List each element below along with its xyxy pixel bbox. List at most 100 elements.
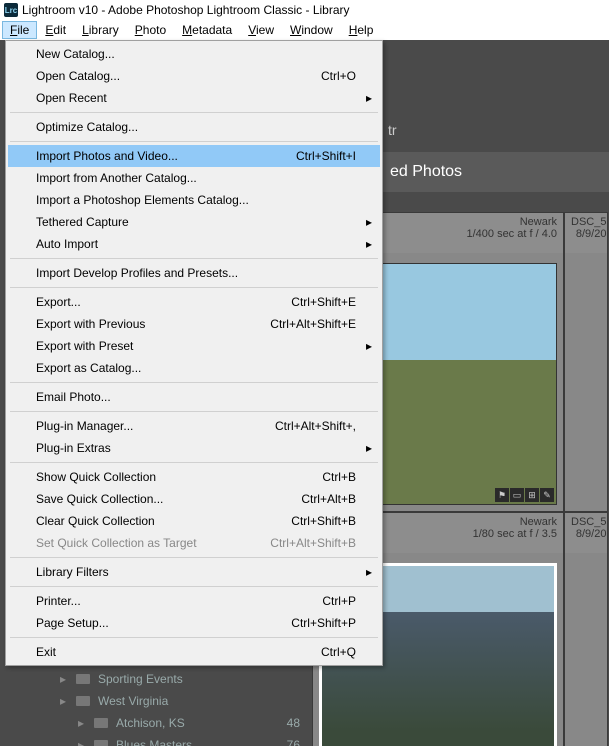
menu-item-export-with-preset[interactable]: Export with Preset▸ — [8, 335, 380, 357]
folder-name: Atchison, KS — [116, 716, 185, 730]
menu-shortcut: Ctrl+Shift+E — [291, 295, 356, 309]
folder-tree: ▸Sporting Events▸West Virginia▸Atchison,… — [20, 668, 320, 746]
menu-item-tethered-capture[interactable]: Tethered Capture▸ — [8, 211, 380, 233]
badge-icon[interactable]: ✎ — [540, 488, 554, 502]
menu-item-open-recent[interactable]: Open Recent ▸ — [8, 87, 380, 109]
menu-item-label: Open Recent — [36, 91, 107, 105]
menu-item-label: Import Photos and Video... — [36, 149, 178, 163]
thumb-meta: DSC_5 8/9/20 — [565, 513, 607, 553]
menu-item-auto-import[interactable]: Auto Import▸ — [8, 233, 380, 255]
menu-item-plug-in-extras[interactable]: Plug-in Extras▸ — [8, 437, 380, 459]
menu-separator — [10, 141, 378, 142]
thumb-location: Newark — [473, 516, 557, 528]
menu-item-label: Export... — [36, 295, 81, 309]
submenu-arrow-icon: ▸ — [366, 441, 372, 455]
thumbnail-cell[interactable]: DSC_5 8/9/20 — [564, 212, 608, 512]
menu-item-open-catalog[interactable]: Open Catalog...Ctrl+O — [8, 65, 380, 87]
menu-item-new-catalog[interactable]: New Catalog... — [8, 43, 380, 65]
menu-item-exit[interactable]: ExitCtrl+Q — [8, 641, 380, 663]
folder-row[interactable]: ▸ Atchison, KS 48 — [20, 712, 320, 734]
titlebar: Lrc Lightroom v10 - Adobe Photoshop Ligh… — [0, 0, 609, 20]
menu-item-page-setup[interactable]: Page Setup... Ctrl+Shift+P — [8, 612, 380, 634]
folder-count: 48 — [287, 716, 300, 730]
menu-shortcut: Ctrl+Alt+B — [301, 492, 356, 506]
folder-row[interactable]: ▸Sporting Events — [20, 668, 320, 690]
thumbnail-cell[interactable]: DSC_5 8/9/20 — [564, 512, 608, 746]
tab-partial[interactable]: tr — [388, 122, 397, 138]
folder-row[interactable]: ▸West Virginia — [20, 690, 320, 712]
menu-item-label: Auto Import — [36, 237, 98, 251]
badge-icon[interactable]: ▭ — [510, 488, 524, 502]
folder-name: Blues Masters — [116, 738, 192, 746]
submenu-arrow-icon: ▸ — [366, 91, 372, 105]
disclosure-triangle-icon[interactable]: ▸ — [78, 716, 86, 730]
menu-item-import-photos-and-video[interactable]: Import Photos and Video...Ctrl+Shift+I — [8, 145, 380, 167]
menu-item-label: Set Quick Collection as Target — [36, 536, 197, 550]
menubar-item-help[interactable]: Help — [341, 21, 382, 39]
menu-item-import-develop-profiles-and-presets[interactable]: Import Develop Profiles and Presets... — [8, 262, 380, 284]
menubar-item-edit[interactable]: Edit — [37, 21, 74, 39]
menu-shortcut: Ctrl+Shift+P — [291, 616, 356, 630]
app-icon: Lrc — [4, 3, 18, 17]
menu-item-export[interactable]: Export... Ctrl+Shift+E — [8, 291, 380, 313]
menu-item-label: Page Setup... — [36, 616, 109, 630]
menu-shortcut: Ctrl+Q — [321, 645, 356, 659]
menu-item-import-a-photoshop-elements-catalog[interactable]: Import a Photoshop Elements Catalog... — [8, 189, 380, 211]
menu-item-set-quick-collection-as-target: Set Quick Collection as TargetCtrl+Alt+S… — [8, 532, 380, 554]
window-title: Lightroom v10 - Adobe Photoshop Lightroo… — [22, 3, 350, 17]
menu-item-email-photo[interactable]: Email Photo... — [8, 386, 380, 408]
menubar-item-file[interactable]: File — [2, 21, 37, 39]
badge-icon[interactable]: ⊞ — [525, 488, 539, 502]
menu-item-printer[interactable]: Printer... Ctrl+P — [8, 590, 380, 612]
menu-separator — [10, 586, 378, 587]
menu-separator — [10, 557, 378, 558]
thumb-filename: DSC_5 — [571, 516, 606, 528]
thumb-exposure: 1/80 sec at f / 3.5 — [473, 528, 557, 540]
menu-item-save-quick-collection[interactable]: Save Quick Collection... Ctrl+Alt+B — [8, 488, 380, 510]
menu-item-label: Export as Catalog... — [36, 361, 141, 375]
menu-item-label: Export with Previous — [36, 317, 145, 331]
menu-item-label: New Catalog... — [36, 47, 115, 61]
menu-item-import-from-another-catalog[interactable]: Import from Another Catalog... — [8, 167, 380, 189]
thumb-exposure: 1/400 sec at f / 4.0 — [466, 228, 557, 240]
disclosure-triangle-icon[interactable]: ▸ — [60, 694, 68, 708]
menubar-item-photo[interactable]: Photo — [127, 21, 174, 39]
submenu-arrow-icon: ▸ — [366, 565, 372, 579]
thumb-date: 8/9/20 — [571, 528, 606, 540]
menu-item-optimize-catalog[interactable]: Optimize Catalog... — [8, 116, 380, 138]
menu-item-show-quick-collection[interactable]: Show Quick CollectionCtrl+B — [8, 466, 380, 488]
menubar-item-view[interactable]: View — [240, 21, 282, 39]
menu-item-export-with-previous[interactable]: Export with PreviousCtrl+Alt+Shift+E — [8, 313, 380, 335]
thumb-filename: DSC_5 — [571, 216, 606, 228]
submenu-arrow-icon: ▸ — [366, 339, 372, 353]
menubar-item-window[interactable]: Window — [282, 21, 341, 39]
menu-separator — [10, 258, 378, 259]
menubar-item-library[interactable]: Library — [74, 21, 127, 39]
menu-item-plug-in-manager[interactable]: Plug-in Manager... Ctrl+Alt+Shift+, — [8, 415, 380, 437]
thumb-location: Newark — [466, 216, 557, 228]
menu-shortcut: Ctrl+O — [321, 69, 356, 83]
menubar: FileEditLibraryPhotoMetadataViewWindowHe… — [0, 20, 609, 41]
menu-item-label: Plug-in Manager... — [36, 419, 133, 433]
menubar-item-metadata[interactable]: Metadata — [174, 21, 240, 39]
disclosure-triangle-icon[interactable]: ▸ — [60, 672, 68, 686]
thumb-meta: DSC_5 8/9/20 — [565, 213, 607, 253]
folder-row[interactable]: ▸Blues Masters76 — [20, 734, 320, 746]
menu-separator — [10, 382, 378, 383]
file-menu: New Catalog...Open Catalog...Ctrl+OOpen … — [5, 40, 383, 666]
menu-item-label: Printer... — [36, 594, 81, 608]
menu-item-label: Import a Photoshop Elements Catalog... — [36, 193, 249, 207]
menu-item-export-as-catalog[interactable]: Export as Catalog... — [8, 357, 380, 379]
submenu-arrow-icon: ▸ — [366, 215, 372, 229]
folder-icon — [94, 740, 108, 746]
badge-icon[interactable]: ⚑ — [495, 488, 509, 502]
menu-shortcut: Ctrl+P — [322, 594, 356, 608]
menu-item-clear-quick-collection[interactable]: Clear Quick CollectionCtrl+Shift+B — [8, 510, 380, 532]
menu-item-label: Save Quick Collection... — [36, 492, 163, 506]
disclosure-triangle-icon[interactable]: ▸ — [78, 738, 86, 746]
menu-item-library-filters[interactable]: Library Filters▸ — [8, 561, 380, 583]
menu-separator — [10, 112, 378, 113]
panel-header-text: ed Photos — [390, 163, 462, 181]
menu-item-label: Show Quick Collection — [36, 470, 156, 484]
menu-shortcut: Ctrl+Alt+Shift+, — [275, 419, 356, 433]
